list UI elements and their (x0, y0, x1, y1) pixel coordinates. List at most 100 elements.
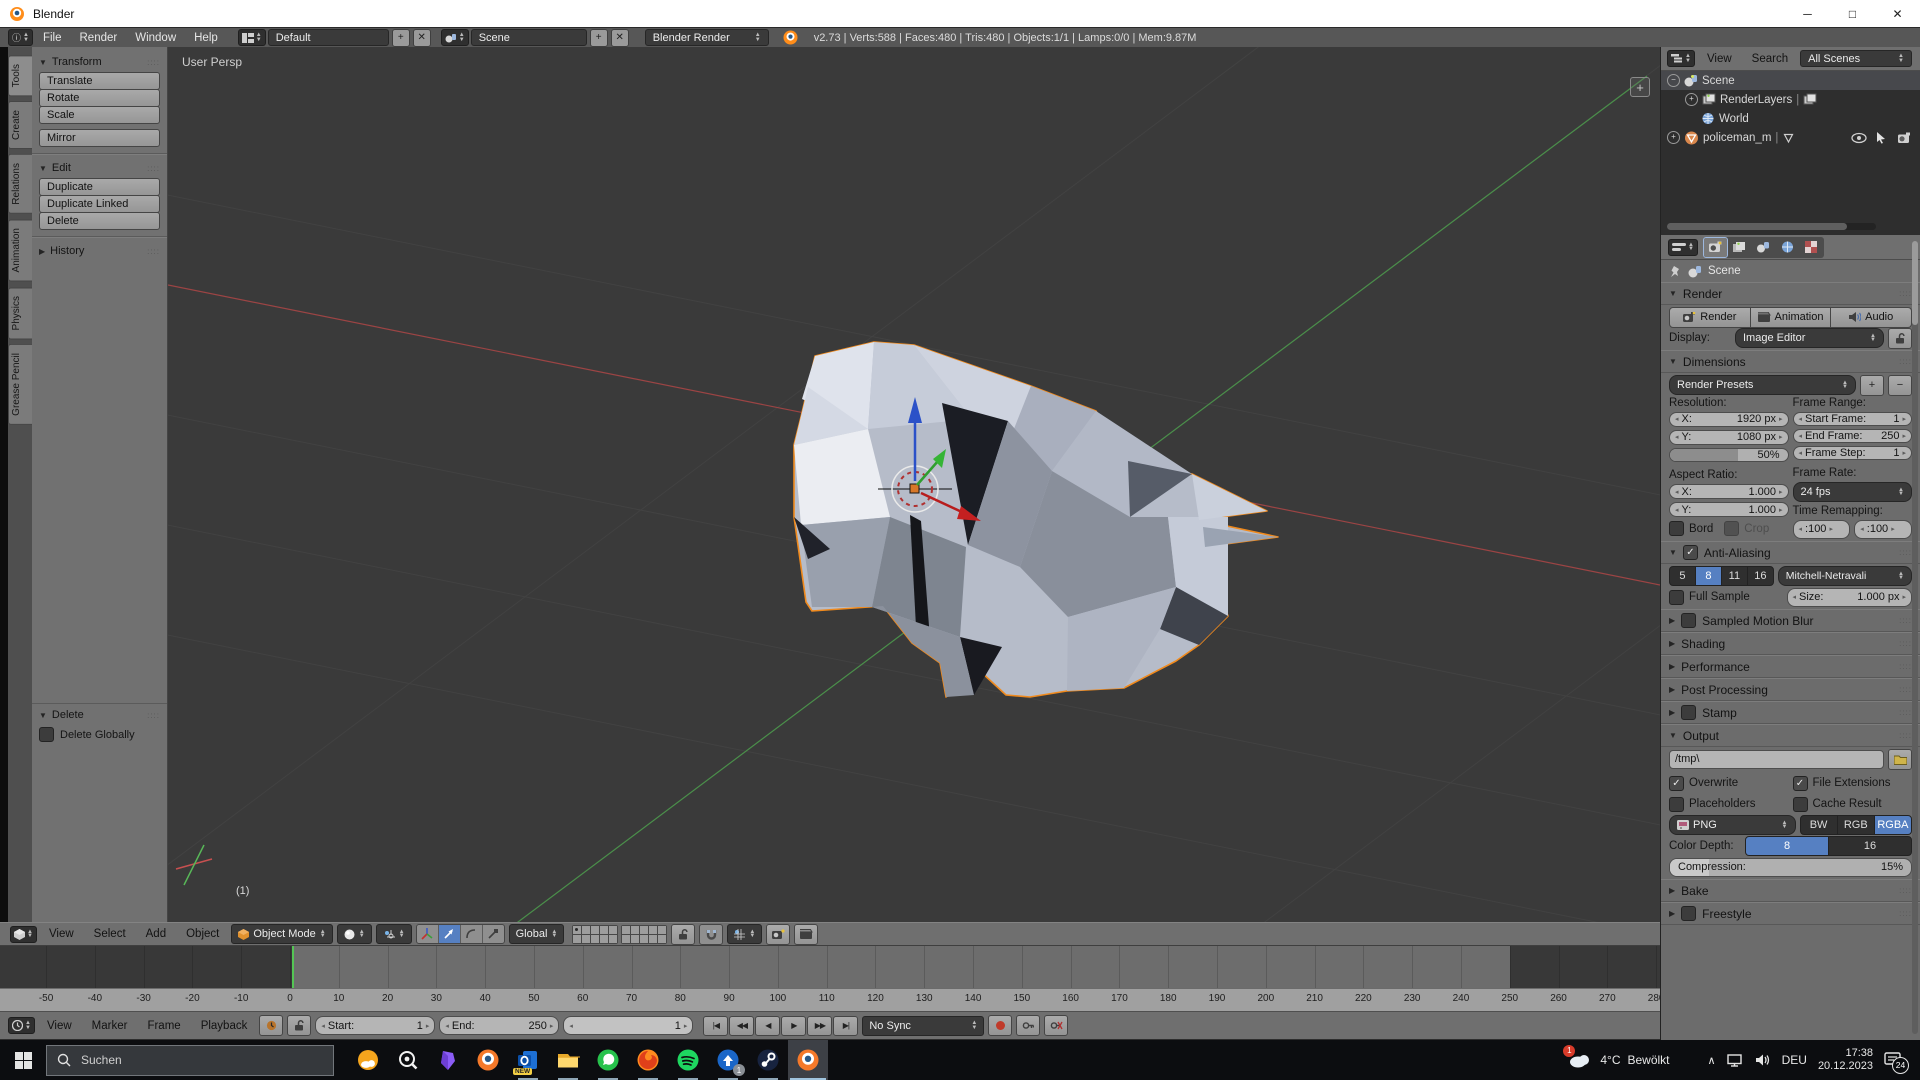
panel-header-delete-operator[interactable]: ▼ Delete :::: (39, 709, 160, 721)
timeline-start-field[interactable]: ◂Start:1▸ (315, 1016, 435, 1035)
taskbar-app-spotify[interactable] (668, 1040, 708, 1080)
delete-layout-button[interactable]: ✕ (413, 29, 431, 47)
taskbar-app-search-tool[interactable] (388, 1040, 428, 1080)
panel-grip[interactable]: :::: (147, 247, 160, 256)
pin-icon[interactable] (1669, 265, 1682, 278)
tab-create[interactable]: Create (8, 101, 32, 149)
overwrite-checkbox[interactable]: ✓ (1669, 776, 1684, 791)
panel-header-stamp[interactable]: ▶ Stamp:::: (1661, 701, 1920, 724)
add-scene-button[interactable]: + (590, 29, 608, 47)
render-button[interactable]: Render (1669, 307, 1751, 328)
timeline-menu-marker[interactable]: Marker (84, 1020, 136, 1032)
object-menu[interactable]: Object (178, 928, 227, 940)
aa-size-field[interactable]: ◂Size:1.000 px▸ (1787, 588, 1913, 607)
panel-header-freestyle[interactable]: ▶ Freestyle:::: (1661, 902, 1920, 925)
speaker-icon[interactable] (1755, 1053, 1771, 1067)
panel-header-edit[interactable]: ▼ Edit :::: (39, 162, 160, 174)
editor-type-button[interactable]: ▲▼ (8, 1017, 35, 1034)
outliner-item-scene[interactable]: − Scene (1661, 71, 1920, 90)
scene-name-field[interactable]: Scene (471, 29, 587, 46)
aa-samples-16[interactable]: 16 (1747, 567, 1773, 585)
taskbar-app-remote-tool[interactable]: 1 (708, 1040, 748, 1080)
visibility-eye-icon[interactable] (1851, 132, 1867, 144)
aa-samples-5[interactable]: 5 (1670, 567, 1695, 585)
timeline-band[interactable] (0, 946, 1660, 988)
output-path-field[interactable]: /tmp\ (1669, 750, 1884, 769)
snap-element-select[interactable]: ▲▼ (727, 924, 762, 944)
tab-animation[interactable]: Animation (8, 219, 32, 281)
region-expand-icon[interactable]: + (1630, 77, 1650, 97)
sync-select[interactable]: No Sync▲▼ (862, 1016, 984, 1036)
depth-16[interactable]: 16 (1828, 837, 1911, 855)
channels-rgba[interactable]: RGBA (1874, 816, 1911, 834)
render-audio-button[interactable]: Audio (1831, 307, 1912, 328)
lock-to-scene-button[interactable] (671, 924, 695, 945)
start-button[interactable] (0, 1040, 46, 1080)
aa-samples-11[interactable]: 11 (1721, 567, 1747, 585)
manipulator-translate-icon[interactable] (438, 925, 460, 943)
record-icon[interactable] (988, 1015, 1012, 1036)
screen-layout-field[interactable]: Default (268, 29, 389, 46)
translate-button[interactable]: Translate (39, 72, 160, 90)
play-reverse-icon[interactable]: ◀ (755, 1016, 780, 1036)
manipulator-axis-icon[interactable] (417, 925, 438, 943)
render-engine-select[interactable]: Blender Render▲▼ (645, 29, 769, 46)
renderability-camera-icon[interactable] (1897, 132, 1912, 144)
panel-header-antialiasing[interactable]: ▼✓ Anti-Aliasing:::: (1661, 541, 1920, 564)
preview-range-clock-icon[interactable] (259, 1015, 283, 1036)
display-select[interactable]: Image Editor▲▼ (1735, 328, 1884, 348)
panel-header-render[interactable]: ▼Render:::: (1661, 282, 1920, 305)
freestyle-checkbox[interactable] (1681, 906, 1696, 921)
manipulator-rotate-icon[interactable] (460, 925, 482, 943)
properties-scrollbar[interactable] (1912, 241, 1918, 1034)
action-center-button[interactable]: 24 (1884, 1051, 1902, 1070)
duplicate-button[interactable]: Duplicate (39, 178, 160, 196)
jump-to-end-icon[interactable]: ▶| (833, 1016, 858, 1036)
tab-render-layers[interactable] (1728, 238, 1751, 257)
keying-set-icon[interactable] (1016, 1015, 1040, 1036)
menu-render[interactable]: Render (72, 32, 126, 44)
panel-header-performance[interactable]: ▶Performance:::: (1661, 655, 1920, 678)
compression-slider[interactable]: Compression: 15% (1669, 858, 1912, 877)
expand-icon[interactable]: + (1667, 131, 1680, 144)
menu-help[interactable]: Help (186, 32, 226, 44)
weather-widget[interactable]: 1 4°C Bewölkt (1567, 1050, 1669, 1071)
channels-bw[interactable]: BW (1801, 816, 1837, 834)
panel-header-sampled-motion-blur[interactable]: ▶ Sampled Motion Blur:::: (1661, 609, 1920, 632)
aa-filter-select[interactable]: Mitchell-Netravali▲▼ (1778, 566, 1912, 586)
outliner-item-renderlayers[interactable]: + RenderLayers | (1661, 90, 1920, 109)
antialiasing-checkbox[interactable]: ✓ (1683, 545, 1698, 560)
end-frame-field[interactable]: ◂End Frame:250▸ (1793, 429, 1913, 443)
panel-header-dimensions[interactable]: ▼Dimensions:::: (1661, 350, 1920, 373)
taskbar-app-outlook[interactable]: NEW (508, 1040, 548, 1080)
next-keyframe-icon[interactable]: ▶▶ (807, 1016, 832, 1036)
viewport-3d[interactable]: User Persp (1) + (168, 47, 1660, 922)
render-presets-select[interactable]: Render Presets▲▼ (1669, 375, 1856, 395)
frame-rate-select[interactable]: 24 fps▲▼ (1793, 482, 1913, 502)
stamp-checkbox[interactable] (1681, 705, 1696, 720)
taskbar-app-blender[interactable] (468, 1040, 508, 1080)
outliner-menu-view[interactable]: View (1699, 53, 1740, 65)
file-format-select[interactable]: PNG▲▼ (1669, 815, 1796, 835)
lock-interface-button[interactable] (1888, 328, 1912, 349)
delete-scene-button[interactable]: ✕ (611, 29, 629, 47)
panel-grip[interactable]: :::: (147, 164, 160, 173)
mirror-button[interactable]: Mirror (39, 129, 160, 147)
aspect-x-field[interactable]: ◂X:1.000▸ (1669, 484, 1789, 499)
taskbar-app-weather[interactable] (348, 1040, 388, 1080)
panel-header-output[interactable]: ▼Output:::: (1661, 724, 1920, 747)
tab-texture[interactable] (1800, 238, 1823, 257)
timeline-end-field[interactable]: ◂End:250▸ (439, 1016, 559, 1035)
pivot-point-select[interactable]: ▲▼ (376, 924, 412, 944)
border-checkbox[interactable] (1669, 521, 1684, 536)
placeholders-checkbox[interactable] (1669, 797, 1684, 812)
resolution-percent-slider[interactable]: 50% (1669, 448, 1789, 463)
layers-grid-1[interactable] (572, 925, 618, 944)
start-frame-field[interactable]: ◂Start Frame:1▸ (1793, 412, 1913, 426)
editor-type-button[interactable]: ▲▼ (1667, 50, 1695, 67)
channels-rgb[interactable]: RGB (1837, 816, 1874, 834)
tab-world[interactable] (1776, 238, 1799, 257)
language-indicator[interactable]: DEU (1782, 1053, 1807, 1067)
select-menu[interactable]: Select (86, 928, 134, 940)
expand-icon[interactable]: + (1685, 93, 1698, 106)
